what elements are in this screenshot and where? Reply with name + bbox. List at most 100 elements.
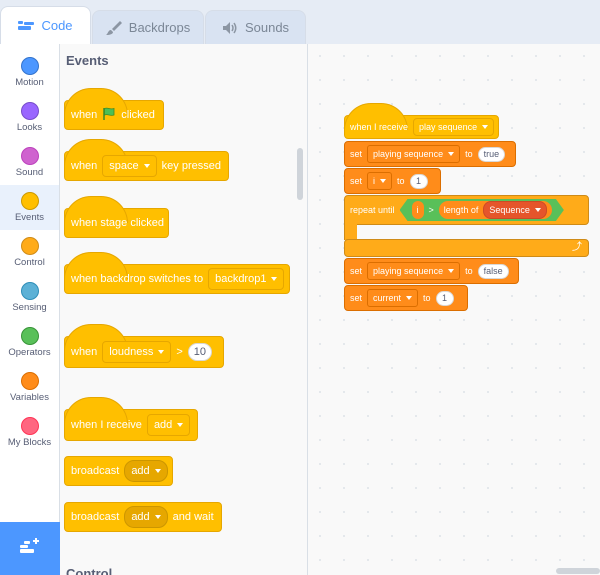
editor-tab-bar: Code Backdrops Sounds xyxy=(0,0,600,44)
value-input[interactable]: false xyxy=(477,263,509,279)
block-text: to xyxy=(423,293,431,303)
variable-dropdown-value: i xyxy=(373,176,376,186)
value-input[interactable]: 1 xyxy=(435,290,454,306)
variables-color-dot xyxy=(20,372,39,390)
tab-backdrops[interactable]: Backdrops xyxy=(92,10,204,44)
looks-color-dot xyxy=(20,102,39,120)
category-menu: Motion Looks Sound Events Control Sensin… xyxy=(0,44,60,522)
set-playing-sequence-block[interactable]: set playing sequence to true xyxy=(344,141,516,167)
when-flag-clicked-block[interactable]: when clicked xyxy=(64,88,164,130)
message-dropdown[interactable]: add xyxy=(146,414,191,436)
chevron-down-icon xyxy=(535,208,541,212)
chevron-down-icon xyxy=(406,296,413,300)
set-current-block[interactable]: set current to 1 xyxy=(344,285,468,311)
category-control[interactable]: Control xyxy=(0,230,59,275)
key-dropdown-value: space xyxy=(109,160,139,172)
variable-dropdown[interactable]: current xyxy=(367,289,419,307)
set-playing-sequence-false-block[interactable]: set playing sequence to false xyxy=(344,258,519,284)
block-text: when I receive xyxy=(350,122,409,132)
broadcast-and-wait-block[interactable]: broadcast add and wait xyxy=(64,502,222,532)
when-loudness-block[interactable]: when loudness > 10 xyxy=(64,324,224,368)
chevron-down-icon xyxy=(271,277,278,281)
category-sound[interactable]: Sound xyxy=(0,140,59,185)
chevron-down-icon xyxy=(482,125,489,129)
block-text: broadcast xyxy=(71,465,120,477)
block-text: when xyxy=(71,109,98,121)
key-dropdown[interactable]: space xyxy=(102,155,157,177)
category-motion[interactable]: Motion xyxy=(0,50,59,95)
variable-dropdown-value: current xyxy=(373,293,402,303)
category-variables[interactable]: Variables xyxy=(0,365,59,410)
sound-color-dot xyxy=(20,147,39,165)
brush-icon xyxy=(105,20,122,36)
when-i-receive-block[interactable]: when I receive add xyxy=(64,397,198,441)
reporter-text: length of xyxy=(443,205,479,215)
speaker-icon xyxy=(222,21,238,35)
broadcast-dropdown-value: add xyxy=(131,465,150,477)
block-text: set xyxy=(350,293,363,303)
tab-code[interactable]: Code xyxy=(0,6,91,44)
backdrop-dropdown[interactable]: backdrop1 xyxy=(208,268,285,290)
my-blocks-color-dot xyxy=(20,417,39,435)
category-label: Variables xyxy=(10,392,49,403)
block-text: to xyxy=(465,266,473,276)
category-events[interactable]: Events xyxy=(0,185,59,230)
repeat-until-footer: ⤴ xyxy=(344,239,589,257)
block-text: set xyxy=(350,266,363,276)
broadcast-block[interactable]: broadcast add xyxy=(64,456,173,486)
when-backdrop-switches-block[interactable]: when backdrop switches to backdrop1 xyxy=(64,252,290,294)
tab-backdrops-label: Backdrops xyxy=(128,20,191,35)
block-text: repeat until xyxy=(350,205,395,215)
variable-dropdown-value: playing sequence xyxy=(373,266,444,276)
script-message-dropdown[interactable]: play sequence xyxy=(413,118,495,136)
reporter-text: i xyxy=(416,205,419,215)
operators-color-dot xyxy=(20,327,39,345)
broadcast-message-dropdown[interactable]: add xyxy=(124,460,168,482)
category-label: Sensing xyxy=(12,302,47,313)
when-stage-clicked-block[interactable]: when stage clicked xyxy=(64,196,169,238)
list-dropdown[interactable]: Sequence xyxy=(483,201,547,219)
variable-dropdown[interactable]: playing sequence xyxy=(367,145,461,163)
threshold-input[interactable]: 10 xyxy=(187,343,213,361)
category-looks[interactable]: Looks xyxy=(0,95,59,140)
broadcast-wait-message-dropdown[interactable]: add xyxy=(124,506,168,528)
script-message-value: play sequence xyxy=(419,122,478,132)
value-input[interactable]: 1 xyxy=(409,173,428,189)
greater-than-operator[interactable]: i > length of Sequence xyxy=(400,199,564,221)
chevron-down-icon xyxy=(177,423,184,427)
repeat-until-arm xyxy=(344,224,357,240)
control-color-dot xyxy=(20,237,39,255)
chevron-down-icon xyxy=(154,469,161,473)
category-my-blocks[interactable]: My Blocks xyxy=(0,410,59,455)
sensing-color-dot xyxy=(20,282,39,300)
workspace-scrollbar[interactable] xyxy=(556,568,600,574)
chevron-down-icon xyxy=(448,269,455,273)
block-text: when stage clicked xyxy=(71,217,164,229)
repeat-until-block[interactable]: repeat until i > length of Sequence ⤴ xyxy=(344,195,589,257)
category-sensing[interactable]: Sensing xyxy=(0,275,59,320)
palette-section-title: Events xyxy=(66,53,109,68)
sensor-dropdown[interactable]: loudness xyxy=(102,341,172,363)
script-when-i-receive-block[interactable]: when I receive play sequence xyxy=(344,103,499,139)
chevron-down-icon xyxy=(380,179,387,183)
repeat-until-header[interactable]: repeat until i > length of Sequence xyxy=(344,195,589,225)
i-reporter[interactable]: i xyxy=(412,201,424,219)
block-text: to xyxy=(397,176,405,186)
events-color-dot xyxy=(20,192,39,210)
set-i-block[interactable]: set i to 1 xyxy=(344,168,441,194)
length-of-list-reporter[interactable]: length of Sequence xyxy=(439,201,552,219)
palette-scrollbar[interactable] xyxy=(297,148,303,200)
category-operators[interactable]: Operators xyxy=(0,320,59,365)
sensor-dropdown-value: loudness xyxy=(109,346,154,358)
variable-dropdown[interactable]: i xyxy=(367,172,393,190)
when-key-pressed-block[interactable]: when space key pressed xyxy=(64,139,229,181)
block-text: when xyxy=(71,346,98,358)
tab-sounds[interactable]: Sounds xyxy=(205,10,306,44)
variable-dropdown[interactable]: playing sequence xyxy=(367,262,461,280)
category-label: Operators xyxy=(8,347,51,358)
block-text: set xyxy=(350,149,363,159)
motion-color-dot xyxy=(20,57,39,75)
category-label: Motion xyxy=(15,77,44,88)
add-extension-button[interactable] xyxy=(0,522,60,575)
value-input[interactable]: true xyxy=(477,146,506,162)
